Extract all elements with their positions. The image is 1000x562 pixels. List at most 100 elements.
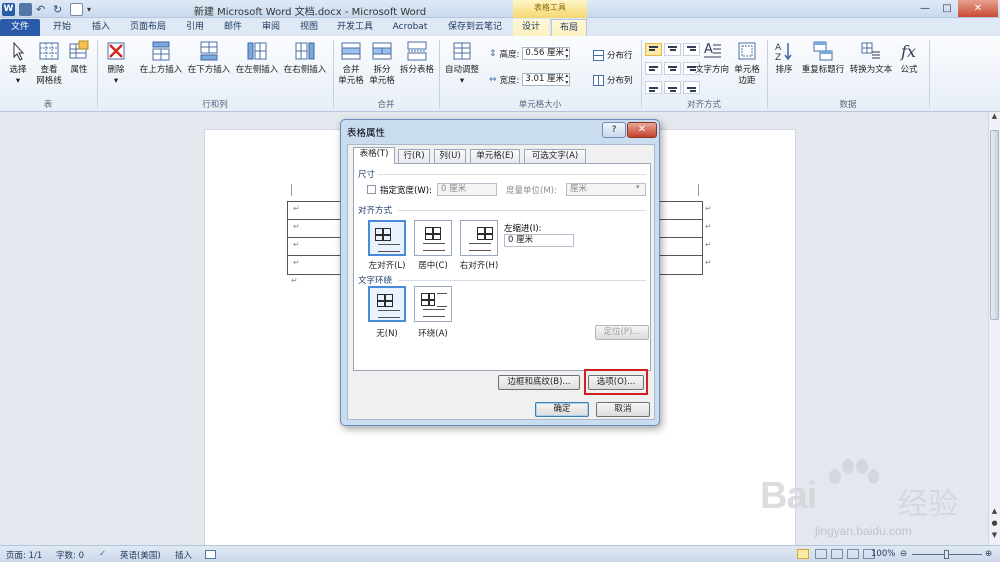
wrap-none-option[interactable]: [368, 286, 406, 322]
preferred-width-checkbox[interactable]: [367, 185, 376, 194]
proofing-icon[interactable]: ✓: [99, 549, 106, 559]
align-right-option[interactable]: [460, 220, 498, 256]
measure-in-select[interactable]: 厘米: [566, 183, 646, 196]
insert-mode-indicator[interactable]: 插入: [175, 549, 192, 561]
tab-row[interactable]: 行(R): [398, 149, 430, 163]
tab-developer[interactable]: 开发工具: [332, 19, 378, 36]
tab-insert[interactable]: 插入: [84, 19, 118, 36]
wrap-around-option[interactable]: [414, 286, 452, 322]
delete-button[interactable]: 删除 ▾: [102, 40, 130, 87]
tab-view[interactable]: 视图: [292, 19, 326, 36]
watermark-brand-suffix: 经验: [898, 487, 958, 522]
delete-table-icon: [107, 42, 125, 60]
tab-column[interactable]: 列(U): [434, 149, 466, 163]
tab-save-to-cloud-notes[interactable]: 保存到云笔记: [442, 19, 508, 36]
tab-design[interactable]: 设计: [513, 19, 549, 36]
web-layout-view-icon[interactable]: [831, 549, 843, 559]
split-cells-icon: [372, 42, 392, 60]
gridlines-icon: [39, 42, 59, 60]
full-screen-view-icon[interactable]: [815, 549, 827, 559]
tab-review[interactable]: 审阅: [254, 19, 288, 36]
autofit-icon: [453, 42, 471, 60]
insert-left-button[interactable]: 在左侧插入: [234, 40, 280, 76]
borders-shading-button[interactable]: 边框和底纹(B)...: [498, 375, 580, 390]
dialog-title: 表格属性: [347, 128, 386, 139]
column-width-icon: ⇔: [489, 74, 497, 85]
zoom-slider-thumb[interactable]: [944, 550, 949, 559]
column-width-input[interactable]: 3.01 厘米: [522, 72, 571, 86]
tab-home[interactable]: 开始: [45, 19, 79, 36]
positioning-button[interactable]: 定位(P)...: [595, 325, 649, 340]
margin-mark: [291, 184, 292, 196]
cancel-button[interactable]: 取消: [596, 402, 650, 417]
properties-button[interactable]: 属性: [66, 40, 92, 76]
macro-record-icon[interactable]: [205, 550, 216, 559]
convert-to-text-button[interactable]: 转换为文本: [847, 40, 895, 76]
tab-references[interactable]: 引用: [178, 19, 212, 36]
sort-button[interactable]: AZ 排序: [770, 40, 798, 76]
word-count[interactable]: 字数: 0: [56, 549, 84, 561]
align-center-left-button[interactable]: [645, 62, 662, 75]
align-left-option[interactable]: [368, 220, 406, 256]
split-table-button[interactable]: 拆分表格: [397, 40, 437, 76]
zoom-level[interactable]: 100%: [871, 549, 895, 559]
repeat-header-rows-button[interactable]: 重复标题行: [800, 40, 846, 76]
indent-from-left-input[interactable]: 0 厘米: [504, 234, 574, 247]
align-bottom-left-button[interactable]: [645, 81, 662, 94]
scroll-down-icon[interactable]: ▼: [989, 531, 1000, 543]
view-gridlines-button[interactable]: 查看 网格线: [34, 40, 64, 87]
split-cells-button[interactable]: 拆分 单元格: [367, 40, 397, 87]
ok-button[interactable]: 确定: [535, 402, 589, 417]
align-top-center-button[interactable]: [664, 43, 681, 56]
paragraph-mark: ↵: [291, 276, 298, 285]
page-count[interactable]: 页面: 1/1: [6, 549, 42, 561]
autofit-button[interactable]: 自动调整 ▾: [442, 40, 482, 87]
zoom-out-icon[interactable]: ⊖: [900, 549, 907, 559]
row-height-input[interactable]: 0.56 厘米: [522, 46, 571, 60]
scroll-up-icon[interactable]: ▲: [989, 112, 1000, 124]
scroll-up-page-icon[interactable]: ▲: [989, 507, 1000, 519]
outline-view-icon[interactable]: [847, 549, 859, 559]
tab-mailings[interactable]: 邮件: [216, 19, 250, 36]
align-top-left-button[interactable]: [645, 43, 662, 56]
help-icon[interactable]: ?: [602, 122, 626, 138]
distribute-columns-button[interactable]: 分布列: [593, 74, 633, 86]
window-controls: — □ ✕: [914, 0, 998, 18]
insert-right-button[interactable]: 在右侧插入: [282, 40, 328, 76]
preferred-width-input[interactable]: 0 厘米: [437, 183, 497, 196]
maximize-button[interactable]: □: [936, 0, 958, 17]
align-center-option[interactable]: [414, 220, 452, 256]
distribute-rows-button[interactable]: 分布行: [593, 49, 633, 61]
zoom-in-icon[interactable]: ⊕: [985, 549, 992, 559]
tab-alt-text[interactable]: 可选文字(A): [524, 149, 586, 163]
tab-cell[interactable]: 单元格(E): [470, 149, 520, 163]
align-bottom-right-button[interactable]: [683, 81, 700, 94]
group-label-rows-cols: 行和列: [202, 100, 228, 110]
table-properties-dialog: 表格属性 ? ✕ 表格(T) 行(R) 列(U) 单元格(E) 可选文字(A) …: [340, 119, 660, 426]
merge-cells-button[interactable]: 合并 单元格: [336, 40, 366, 87]
text-direction-button[interactable]: A 文字方向: [692, 40, 732, 76]
tab-layout[interactable]: 布局: [551, 19, 587, 36]
print-layout-view-icon[interactable]: [797, 549, 809, 559]
align-center-button[interactable]: [664, 62, 681, 75]
select-button[interactable]: 选择 ▾: [4, 40, 32, 87]
tab-table[interactable]: 表格(T): [353, 147, 395, 164]
align-bottom-center-button[interactable]: [664, 81, 681, 94]
column-width-control: ⇔ 宽度: 3.01 厘米: [489, 72, 571, 86]
margin-mark: [698, 184, 699, 196]
dropdown-arrow-icon: ▾: [113, 76, 119, 86]
close-button[interactable]: ✕: [958, 0, 998, 17]
tab-file[interactable]: 文件: [0, 19, 40, 36]
browse-object-icon[interactable]: ●: [989, 519, 1000, 531]
dialog-close-icon[interactable]: ✕: [627, 122, 657, 138]
language-indicator[interactable]: 英语(美国): [120, 549, 161, 561]
minimize-button[interactable]: —: [914, 0, 936, 17]
tab-page-layout[interactable]: 页面布局: [123, 19, 173, 36]
title-bar: W ↶ ↻ ▾ 新建 Microsoft Word 文档.docx - Micr…: [0, 0, 1000, 18]
tab-acrobat[interactable]: Acrobat: [384, 19, 436, 36]
insert-below-button[interactable]: 在下方插入: [186, 40, 232, 76]
formula-button[interactable]: fx 公式: [896, 40, 922, 76]
scrollbar-thumb[interactable]: [990, 130, 999, 320]
cell-margins-button[interactable]: 单元格 边距: [731, 40, 763, 87]
insert-above-button[interactable]: 在上方插入: [138, 40, 184, 76]
